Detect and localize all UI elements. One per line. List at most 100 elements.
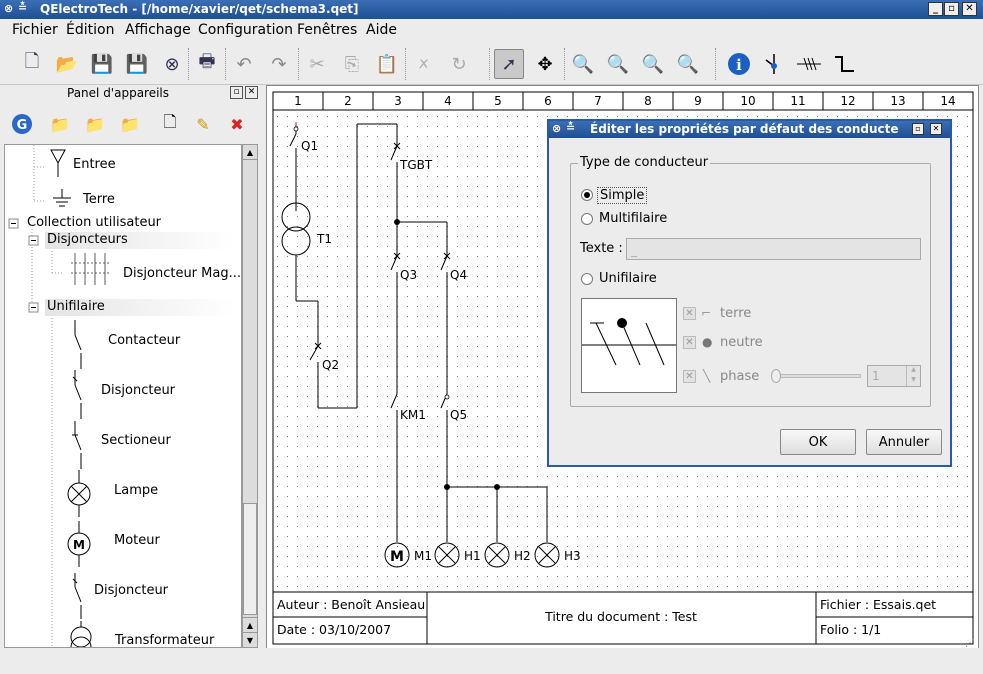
move-icon[interactable]: ✥ (530, 49, 560, 79)
maximize-button[interactable]: ▫ (944, 2, 959, 16)
scroll-down-arrow[interactable]: ▼ (243, 632, 257, 647)
print-icon[interactable]: 🖶 (192, 49, 222, 79)
reload-icon[interactable]: G (9, 111, 35, 137)
dialog-close-button[interactable]: ✕ (930, 123, 942, 135)
close-icon[interactable]: ⊗ (157, 49, 187, 79)
new-category-icon[interactable]: 📁 (47, 111, 73, 137)
tree-item-sectioneur[interactable]: Sectioneur (101, 433, 171, 448)
undo-icon[interactable]: ↶ (229, 49, 259, 79)
tree-item-contacteur[interactable]: Contacteur (108, 333, 180, 348)
label-simple[interactable]: Simple (597, 187, 648, 204)
menu-configuration[interactable]: Configuration (198, 22, 293, 38)
add-junction-icon[interactable] (759, 49, 789, 79)
radio-unifilaire[interactable] (581, 273, 593, 285)
label-h3: H3 (564, 549, 581, 563)
status-bar (0, 648, 983, 674)
delete-category-icon[interactable]: 📁 (117, 111, 143, 137)
radio-multifilaire[interactable] (581, 213, 593, 225)
column-number: 12 (840, 94, 855, 108)
dialog-menu-icon[interactable]: ⊗ (552, 122, 561, 135)
conductor-properties-dialog: ⊗ ≛ Éditer les propriétés par défaut des… (547, 119, 952, 467)
texte-input[interactable]: _ (626, 238, 921, 260)
tree-item-moteur[interactable]: Moteur (114, 533, 160, 548)
phase-slider-track[interactable] (775, 374, 861, 378)
phase-icon: ╲ (703, 369, 711, 383)
radio-simple[interactable] (581, 189, 593, 201)
scroll-up-arrow[interactable]: ▲ (243, 145, 257, 160)
route-icon[interactable] (829, 49, 859, 79)
panel-close-button[interactable]: ✕ (245, 86, 258, 99)
info-icon[interactable]: i (724, 49, 754, 79)
neutre-icon: ● (702, 335, 713, 349)
cartouche-auteur: Auteur : Benoît Ansieau (277, 597, 425, 612)
tree-item-entree[interactable]: Entree (73, 157, 116, 172)
tree-item-collection[interactable]: Collection utilisateur (27, 215, 161, 230)
menu-fichier[interactable]: Fichier (12, 22, 58, 38)
conductor-icon[interactable] (794, 49, 824, 79)
column-number: 3 (394, 94, 402, 108)
tree-group-disjoncteurs[interactable]: Disjoncteurs (45, 232, 235, 249)
spin-up-icon[interactable]: ▲ (906, 366, 920, 376)
copy-icon[interactable]: ⎘ (337, 49, 367, 79)
delete-icon[interactable]: 🗴 (409, 49, 439, 79)
column-number: 11 (790, 94, 805, 108)
tree-item-lampe[interactable]: Lampe (114, 483, 158, 498)
group-title: Type de conducteur (578, 155, 711, 170)
zoom-in-icon[interactable]: 🔍 (568, 49, 598, 79)
label-neutre: neutre (720, 335, 763, 350)
paste-icon[interactable]: 📋 (372, 49, 402, 79)
minimize-button[interactable]: _ (928, 2, 943, 16)
dialog-pin-icon[interactable]: ≛ (566, 121, 575, 134)
element-tree[interactable]: M Entree Terre Collection utilisateur Di… (4, 144, 242, 648)
phase-slider-handle[interactable] (771, 369, 781, 383)
menu-bar: Fichier Édition Affichage Configuration … (0, 19, 983, 41)
checkbox-terre[interactable]: ✕ (683, 307, 696, 320)
rotate-icon[interactable]: ↻ (444, 49, 474, 79)
menu-aide[interactable]: Aide (366, 22, 397, 38)
tree-group-unifilaire[interactable]: Unifilaire (45, 299, 235, 316)
label-multifilaire[interactable]: Multifilaire (599, 211, 667, 226)
zoom-reset-icon[interactable]: 🔍 (673, 49, 703, 79)
tree-item-disjoncteur-mag[interactable]: Disjoncteur Mag... (123, 266, 241, 281)
tree-item-transformateur[interactable]: Transformateur (115, 633, 214, 647)
menu-affichage[interactable]: Affichage (125, 22, 191, 38)
dialog-maximize-button[interactable]: ▫ (912, 123, 924, 135)
ok-button[interactable]: OK (780, 429, 856, 455)
scroll-down-arrow-1[interactable]: ▲ (243, 617, 257, 632)
phase-spinbox[interactable]: 1 ▲ ▼ (867, 365, 921, 387)
menu-fenetres[interactable]: Fenêtres (297, 22, 357, 38)
spin-down-icon[interactable]: ▼ (906, 376, 920, 386)
select-pointer-icon[interactable]: ➚ (494, 49, 524, 79)
tree-item-disjoncteur[interactable]: Disjoncteur (101, 383, 175, 398)
zoom-out-icon[interactable]: 🔍 (603, 49, 633, 79)
pin-icon[interactable]: ≛ (18, 1, 27, 14)
open-folder-icon[interactable]: 📂 (52, 49, 82, 79)
column-number: 9 (694, 94, 702, 108)
tree-item-terre[interactable]: Terre (83, 192, 115, 207)
checkbox-neutre[interactable]: ✕ (683, 336, 696, 349)
panel-float-button[interactable]: ▫ (230, 86, 243, 99)
cancel-button[interactable]: Annuler (866, 429, 942, 455)
menu-edition[interactable]: Édition (66, 22, 114, 38)
new-element-icon[interactable]: 🗋 (157, 111, 183, 137)
close-button[interactable]: ✕ (962, 2, 977, 16)
delete-element-icon[interactable]: ✖ (224, 111, 250, 137)
scroll-thumb[interactable] (243, 503, 257, 615)
new-file-icon[interactable]: 🗋 (17, 49, 47, 79)
tree-item-disjoncteur-2[interactable]: Disjoncteur (94, 583, 168, 598)
redo-icon[interactable]: ↷ (264, 49, 294, 79)
tree-scrollbar[interactable]: ▲ ▲ ▼ (242, 144, 258, 648)
save-as-icon[interactable]: 💾 (122, 49, 152, 79)
zoom-fit-icon[interactable]: 🔍 (638, 49, 668, 79)
column-number: 7 (594, 94, 602, 108)
label-unifilaire[interactable]: Unifilaire (599, 271, 657, 286)
window-menu-icon[interactable]: ⊗ (4, 2, 13, 15)
title-bar: ⊗ ≛ QElectroTech - [/home/xavier/qet/sch… (0, 0, 983, 19)
terre-icon: ⌐ (701, 306, 712, 320)
edit-element-icon[interactable]: ✎ (190, 111, 216, 137)
save-icon[interactable]: 💾 (87, 49, 117, 79)
cut-icon[interactable]: ✂ (302, 49, 332, 79)
dialog-title-bar: ⊗ ≛ Éditer les propriétés par défaut des… (549, 121, 950, 138)
edit-category-icon[interactable]: 📁 (82, 111, 108, 137)
checkbox-phase[interactable]: ✕ (683, 370, 696, 383)
